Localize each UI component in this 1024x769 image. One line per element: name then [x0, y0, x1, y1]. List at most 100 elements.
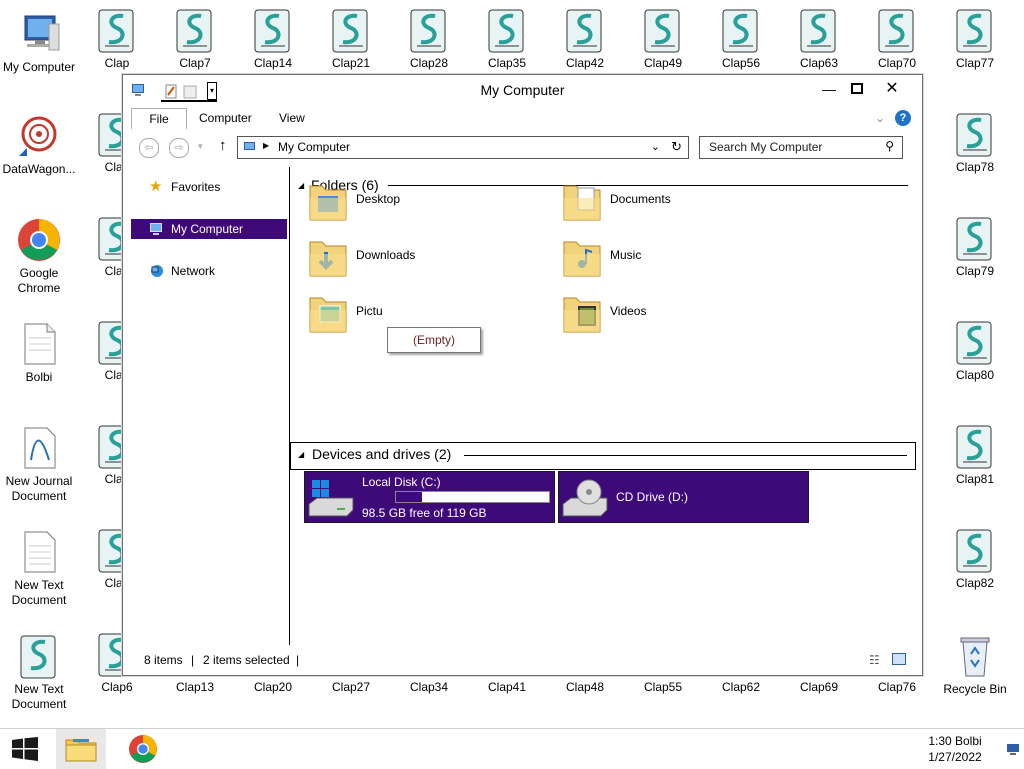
drive-cd-d[interactable]: CD Drive (D:): [558, 471, 809, 523]
desktop-icon-clap[interactable]: Clap56: [702, 6, 780, 71]
devices-group-header-box[interactable]: ◢ Devices and drives (2): [290, 442, 916, 470]
clap-script-icon: [20, 635, 56, 679]
recycle-bin-icon: [960, 637, 990, 677]
collapse-group-icon[interactable]: ◢: [298, 450, 304, 459]
folder-documents[interactable]: Documents: [558, 176, 798, 226]
desktop-icon-label: Clap49: [643, 56, 683, 70]
details-view-icon[interactable]: ☷: [869, 653, 880, 667]
desktop-icon-clap[interactable]: Clap79: [936, 214, 1014, 279]
desktop-icon-google-chrome[interactable]: Google Chrome: [0, 216, 78, 296]
folder-label: Documents: [610, 192, 671, 206]
status-divider: |: [296, 653, 300, 667]
clap-script-icon: [956, 113, 992, 157]
datawagon-icon: [19, 116, 57, 156]
desktop-icon-clap[interactable]: Clap70: [858, 6, 936, 71]
chrome-icon[interactable]: [127, 733, 159, 765]
navigation-pane: ★ Favorites My Computer Network: [123, 167, 290, 645]
minimize-button[interactable]: —: [817, 79, 841, 99]
desktop-icon-clap[interactable]: Clap42: [546, 6, 624, 71]
tab-view[interactable]: View: [271, 108, 313, 128]
title-bar[interactable]: ▾ My Computer — ✕: [123, 75, 922, 105]
desktop-icon-label: Clap62: [721, 680, 761, 694]
desktop-icon-clap[interactable]: Clap7: [156, 6, 234, 71]
close-button[interactable]: ✕: [880, 79, 904, 99]
star-icon: ★: [149, 178, 163, 195]
search-box[interactable]: Search My Computer ⚲: [699, 136, 903, 159]
expand-ribbon-icon[interactable]: ⌄: [875, 111, 885, 125]
folder-label: Downloads: [356, 248, 416, 262]
nav-item-favorites[interactable]: ★ Favorites: [131, 177, 287, 197]
folder-music[interactable]: Music: [558, 232, 798, 282]
show-desktop-icon[interactable]: [1006, 743, 1020, 755]
folder-desktop[interactable]: Desktop: [304, 176, 544, 226]
desktop-icon-clap[interactable]: Clap81: [936, 422, 1014, 487]
breadcrumb-chevron-icon[interactable]: ▶: [263, 141, 269, 150]
clap-script-icon: [644, 9, 680, 53]
desktop-icon-new-text-document[interactable]: New Text Document: [0, 528, 78, 608]
desktop-icon-label: My Computer: [2, 60, 76, 74]
desktop-icon-datawagon[interactable]: DataWagon...: [0, 112, 78, 177]
drive-usage-bar: [395, 491, 550, 503]
desktop-icon-label: Clap70: [877, 56, 917, 70]
up-arrow-icon[interactable]: ↑: [219, 137, 227, 154]
desktop-icon-new-text-document-2[interactable]: New Text Document: [0, 632, 78, 712]
desktop-icon-clap[interactable]: Clap21: [312, 6, 390, 71]
address-dropdown-icon[interactable]: ⌄: [651, 140, 660, 153]
address-bar[interactable]: ▶ My Computer ⌄ ↻: [237, 136, 689, 159]
clap-script-icon: [956, 529, 992, 573]
desktop-icon-clap[interactable]: Clap77: [936, 6, 1014, 71]
pictures-folder-icon: [309, 297, 347, 333]
cd-drive-icon: [562, 479, 608, 517]
clap-script-icon: [332, 9, 368, 53]
tab-computer[interactable]: Computer: [191, 108, 260, 128]
clap-script-icon: [878, 9, 914, 53]
drive-free-space: 98.5 GB free of 119 GB: [362, 506, 487, 520]
desktop-icon-label: Clap82: [955, 576, 995, 590]
folder-videos[interactable]: Videos: [558, 288, 798, 338]
drive-local-disk-c[interactable]: Local Disk (C:) 98.5 GB free of 119 GB: [304, 471, 555, 523]
tab-file[interactable]: File: [131, 108, 187, 129]
desktop-icon-label: Clap35: [487, 56, 527, 70]
windows-start-icon[interactable]: [12, 737, 38, 761]
desktop-icon-new-journal-document[interactable]: New Journal Document: [0, 424, 78, 504]
desktop-icon-clap[interactable]: Clap28: [390, 6, 468, 71]
desktop-icon-clap[interactable]: Clap82: [936, 526, 1014, 591]
search-icon[interactable]: ⚲: [885, 139, 894, 153]
clap-script-icon: [410, 9, 446, 53]
ribbon-tabs: File Computer View ⌄ ?: [123, 105, 922, 131]
desktop-icon-clap[interactable]: Clap35: [468, 6, 546, 71]
large-icons-view-icon[interactable]: [892, 653, 906, 665]
folder-label: Desktop: [356, 192, 401, 206]
nav-item-network[interactable]: Network: [131, 261, 287, 281]
clap-script-icon: [254, 9, 290, 53]
desktop-icon-label: Clap69: [799, 680, 839, 694]
taskbar: 1:30 Bolbi 1/27/2022: [0, 728, 1024, 769]
journal-icon: [24, 427, 56, 469]
recent-locations-chevron-icon[interactable]: ▾: [198, 141, 203, 152]
folder-downloads[interactable]: Downloads: [304, 232, 544, 282]
desktop-icon-label: Clap63: [799, 56, 839, 70]
desktop-icon-clap[interactable]: Clap: [78, 6, 156, 71]
search-input[interactable]: Search My Computer: [709, 140, 822, 154]
desktop-icon-label: New Journal Document: [5, 474, 73, 503]
document-icon: [24, 323, 56, 365]
desktop-icon-bolbi[interactable]: Bolbi: [0, 320, 78, 385]
desktop-icon-clap[interactable]: Clap80: [936, 318, 1014, 383]
desktop-icon-recycle-bin[interactable]: Recycle Bin: [936, 632, 1014, 697]
clap-script-icon: [566, 9, 602, 53]
forward-arrow-icon[interactable]: ⇨: [169, 138, 189, 158]
desktop-icon-clap[interactable]: Clap78: [936, 110, 1014, 175]
desktop-icon-my-computer[interactable]: My Computer: [0, 10, 78, 75]
taskbar-file-explorer[interactable]: [56, 729, 106, 769]
nav-item-my-computer[interactable]: My Computer: [131, 219, 287, 239]
help-icon[interactable]: ?: [895, 110, 911, 126]
desktop-icon-label: Clap41: [487, 680, 527, 694]
desktop-icon-clap[interactable]: Clap49: [624, 6, 702, 71]
hard-drive-icon: [308, 480, 354, 517]
desktop-icon-clap[interactable]: Clap63: [780, 6, 858, 71]
maximize-button[interactable]: [845, 79, 869, 99]
clock[interactable]: 1:30 Bolbi 1/27/2022: [920, 733, 990, 765]
back-arrow-icon[interactable]: ⇦: [139, 138, 159, 158]
desktop-icon-clap[interactable]: Clap14: [234, 6, 312, 71]
refresh-icon[interactable]: ↻: [671, 139, 682, 155]
